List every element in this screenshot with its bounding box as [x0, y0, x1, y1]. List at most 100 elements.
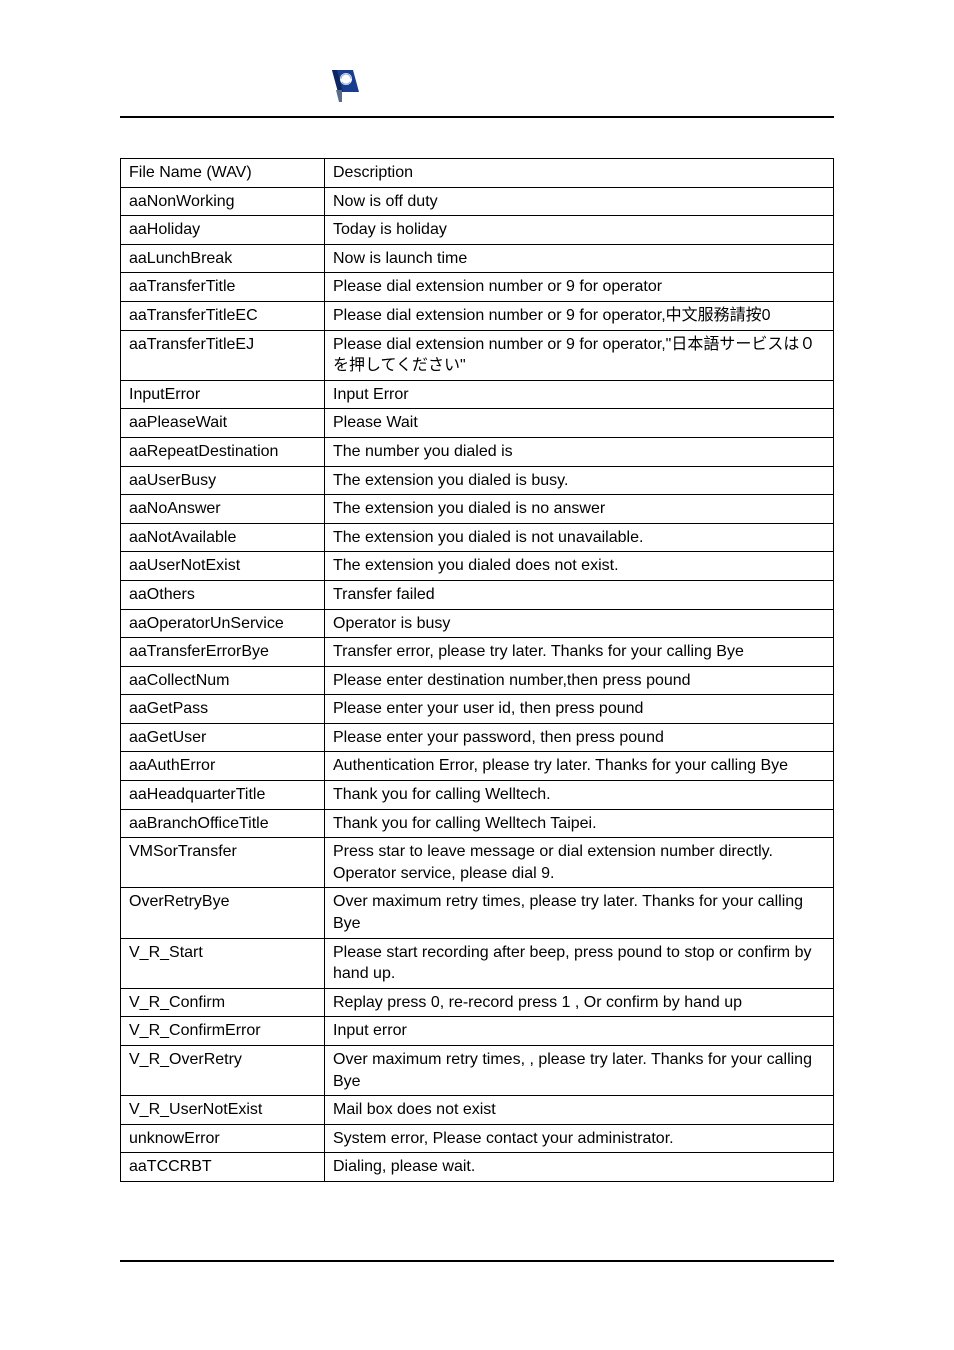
- description-cell: Please dial extension number or 9 for op…: [325, 330, 834, 380]
- file-name-cell: aaUserBusy: [121, 466, 325, 495]
- file-name-cell: aaRepeatDestination: [121, 437, 325, 466]
- description-cell: Dialing, please wait.: [325, 1153, 834, 1182]
- file-name-cell: aaHoliday: [121, 216, 325, 245]
- table-row: InputErrorInput Error: [121, 380, 834, 409]
- table-row: aaCollectNumPlease enter destination num…: [121, 666, 834, 695]
- file-name-cell: InputError: [121, 380, 325, 409]
- description-cell: Replay press 0, re-record press 1 , Or c…: [325, 988, 834, 1017]
- table-row: aaAuthErrorAuthentication Error, please …: [121, 752, 834, 781]
- file-name-cell: V_R_ConfirmError: [121, 1017, 325, 1046]
- file-name-cell: aaNoAnswer: [121, 495, 325, 524]
- description-cell: The extension you dialed is busy.: [325, 466, 834, 495]
- file-name-cell: aaLunchBreak: [121, 244, 325, 273]
- description-cell: Please start recording after beep, press…: [325, 938, 834, 988]
- description-cell: Please enter your password, then press p…: [325, 723, 834, 752]
- table-row: aaOthersTransfer failed: [121, 580, 834, 609]
- file-name-cell: aaTransferErrorBye: [121, 638, 325, 667]
- description-cell: The number you dialed is: [325, 437, 834, 466]
- table-row: V_R_StartPlease start recording after be…: [121, 938, 834, 988]
- description-cell: Over maximum retry times, please try lat…: [325, 888, 834, 938]
- table-row: V_R_ConfirmReplay press 0, re-record pre…: [121, 988, 834, 1017]
- description-cell: Please dial extension number or 9 for op…: [325, 273, 834, 302]
- table-row: OverRetryByeOver maximum retry times, pl…: [121, 888, 834, 938]
- file-name-cell: File Name (WAV): [121, 159, 325, 188]
- file-name-cell: aaPleaseWait: [121, 409, 325, 438]
- page-footer-rule: [120, 1260, 834, 1262]
- description-cell: Thank you for calling Welltech.: [325, 781, 834, 810]
- file-name-cell: aaAuthError: [121, 752, 325, 781]
- description-cell: System error, Please contact your admini…: [325, 1124, 834, 1153]
- table-row: aaPleaseWaitPlease Wait: [121, 409, 834, 438]
- file-name-cell: aaGetUser: [121, 723, 325, 752]
- file-name-cell: aaNotAvailable: [121, 523, 325, 552]
- table-row: aaNotAvailableThe extension you dialed i…: [121, 523, 834, 552]
- file-name-cell: V_R_OverRetry: [121, 1046, 325, 1096]
- table-row: aaGetPassPlease enter your user id, then…: [121, 695, 834, 724]
- file-name-cell: aaTransferTitleEC: [121, 301, 325, 330]
- table-row: aaOperatorUnServiceOperator is busy: [121, 609, 834, 638]
- table-row: aaNoAnswerThe extension you dialed is no…: [121, 495, 834, 524]
- table-row: VMSorTransferPress star to leave message…: [121, 838, 834, 888]
- file-name-cell: aaNonWorking: [121, 187, 325, 216]
- table-row: aaTCCRBTDialing, please wait.: [121, 1153, 834, 1182]
- file-name-cell: aaOperatorUnService: [121, 609, 325, 638]
- description-cell: Input Error: [325, 380, 834, 409]
- file-name-cell: aaBranchOfficeTitle: [121, 809, 325, 838]
- table-row: File Name (WAV)Description: [121, 159, 834, 188]
- file-name-cell: V_R_UserNotExist: [121, 1096, 325, 1125]
- table-row: aaNonWorkingNow is off duty: [121, 187, 834, 216]
- file-name-cell: V_R_Confirm: [121, 988, 325, 1017]
- page-header: [120, 68, 834, 118]
- table-row: aaTransferTitlePlease dial extension num…: [121, 273, 834, 302]
- description-cell: Description: [325, 159, 834, 188]
- file-name-cell: aaHeadquarterTitle: [121, 781, 325, 810]
- description-cell: Operator is busy: [325, 609, 834, 638]
- description-cell: Please enter your user id, then press po…: [325, 695, 834, 724]
- table-row: unknowErrorSystem error, Please contact …: [121, 1124, 834, 1153]
- file-name-cell: aaTransferTitle: [121, 273, 325, 302]
- description-cell: Today is holiday: [325, 216, 834, 245]
- page: File Name (WAV)DescriptionaaNonWorkingNo…: [0, 0, 954, 1350]
- table-row: V_R_OverRetryOver maximum retry times, ,…: [121, 1046, 834, 1096]
- table-row: aaGetUserPlease enter your password, the…: [121, 723, 834, 752]
- file-name-cell: OverRetryBye: [121, 888, 325, 938]
- file-name-cell: VMSorTransfer: [121, 838, 325, 888]
- description-cell: Please Wait: [325, 409, 834, 438]
- description-cell: Please dial extension number or 9 for op…: [325, 301, 834, 330]
- description-cell: Press star to leave message or dial exte…: [325, 838, 834, 888]
- description-cell: Now is off duty: [325, 187, 834, 216]
- description-cell: Now is launch time: [325, 244, 834, 273]
- description-cell: Transfer failed: [325, 580, 834, 609]
- description-cell: The extension you dialed is not unavaila…: [325, 523, 834, 552]
- table-row: aaBranchOfficeTitleThank you for calling…: [121, 809, 834, 838]
- table-row: aaUserBusyThe extension you dialed is bu…: [121, 466, 834, 495]
- logo: [327, 68, 361, 102]
- wav-description-table: File Name (WAV)DescriptionaaNonWorkingNo…: [120, 158, 834, 1182]
- table-row: V_R_UserNotExistMail box does not exist: [121, 1096, 834, 1125]
- table-row: aaRepeatDestinationThe number you dialed…: [121, 437, 834, 466]
- description-cell: Mail box does not exist: [325, 1096, 834, 1125]
- description-cell: The extension you dialed is no answer: [325, 495, 834, 524]
- file-name-cell: aaOthers: [121, 580, 325, 609]
- table-row: aaTransferTitleECPlease dial extension n…: [121, 301, 834, 330]
- file-name-cell: aaGetPass: [121, 695, 325, 724]
- table-row: aaHolidayToday is holiday: [121, 216, 834, 245]
- file-name-cell: unknowError: [121, 1124, 325, 1153]
- description-cell: Over maximum retry times, , please try l…: [325, 1046, 834, 1096]
- pin-icon: [327, 68, 361, 102]
- table-row: aaTransferTitleEJPlease dial extension n…: [121, 330, 834, 380]
- table-row: V_R_ConfirmErrorInput error: [121, 1017, 834, 1046]
- file-name-cell: aaUserNotExist: [121, 552, 325, 581]
- description-cell: Thank you for calling Welltech Taipei.: [325, 809, 834, 838]
- file-name-cell: aaCollectNum: [121, 666, 325, 695]
- table-row: aaTransferErrorByeTransfer error, please…: [121, 638, 834, 667]
- file-name-cell: aaTCCRBT: [121, 1153, 325, 1182]
- description-cell: Please enter destination number,then pre…: [325, 666, 834, 695]
- description-cell: Transfer error, please try later. Thanks…: [325, 638, 834, 667]
- file-name-cell: V_R_Start: [121, 938, 325, 988]
- description-cell: Authentication Error, please try later. …: [325, 752, 834, 781]
- table-row: aaUserNotExistThe extension you dialed d…: [121, 552, 834, 581]
- description-cell: The extension you dialed does not exist.: [325, 552, 834, 581]
- description-cell: Input error: [325, 1017, 834, 1046]
- table-row: aaLunchBreakNow is launch time: [121, 244, 834, 273]
